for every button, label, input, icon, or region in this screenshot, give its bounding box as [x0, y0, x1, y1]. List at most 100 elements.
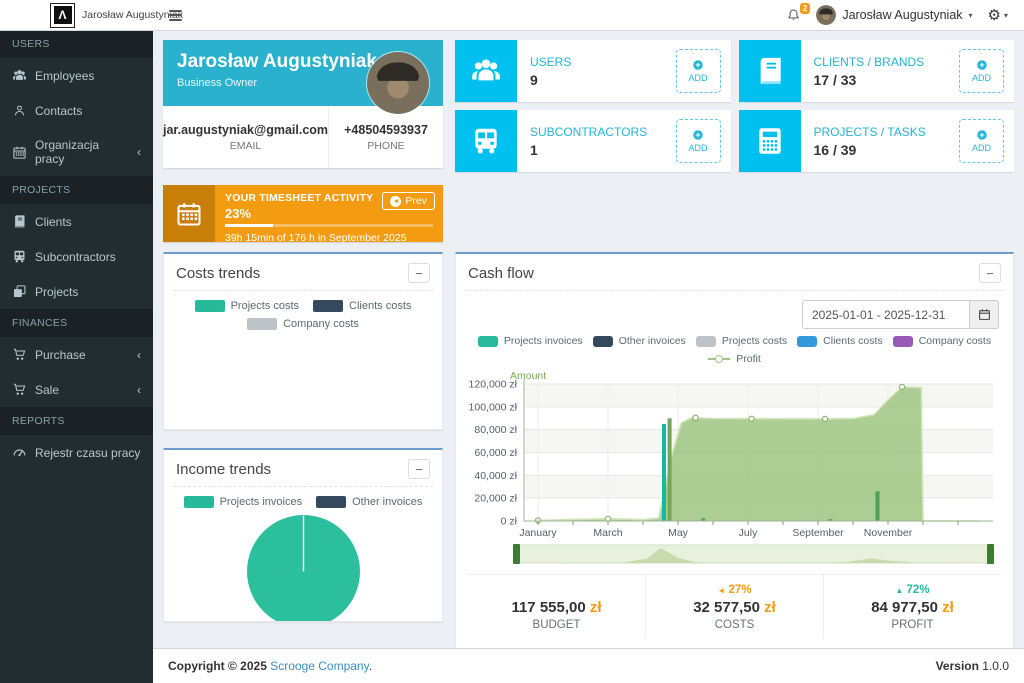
profile-phone-label: PHONE	[367, 140, 404, 152]
summary-row: 117 555,00 zł BUDGET ◄ 27% 32 577,50 zł …	[468, 574, 1001, 639]
bus-icon	[455, 110, 517, 172]
users-icon	[455, 40, 517, 102]
sidebar-toggle-button[interactable]	[153, 0, 197, 30]
legend-swatch	[184, 496, 214, 508]
bus-icon	[12, 249, 27, 264]
date-range-input[interactable]	[803, 301, 969, 328]
stat-label: USERS	[530, 55, 676, 69]
costs-trends-legend: Projects costs Clients costs Company costs	[183, 300, 423, 330]
legend-item-clients-costs[interactable]: Clients costs	[797, 335, 883, 347]
cash-flow-chart[interactable]: 0 zł20,000 zł40,000 zł60,000 zł80,000 zł…	[468, 371, 1001, 568]
income-pie-chart[interactable]	[176, 513, 430, 622]
summary-label: COSTS	[646, 619, 823, 631]
add-subcontractors-button[interactable]: ADD	[676, 119, 721, 163]
legend-swatch	[313, 300, 343, 312]
cash-flow-title: Cash flow	[468, 265, 534, 282]
cart-icon	[12, 347, 27, 362]
stat-card-clients-brands: CLIENTS / BRANDS 17 / 33 ADD	[739, 40, 1015, 102]
sidebar-item-sale[interactable]: Sale ‹	[0, 372, 153, 407]
currency-label: zł	[942, 599, 954, 616]
cash-flow-panel: Cash flow − Projects invoices Other invoi…	[455, 252, 1014, 649]
summary-value: 117 555,00 zł	[468, 599, 645, 616]
cart-icon	[12, 382, 27, 397]
svg-text:May: May	[668, 527, 689, 539]
timesheet-prev-button[interactable]: ◄ Prev	[382, 192, 435, 210]
legend-swatch	[195, 300, 225, 312]
chevron-left-icon: ‹	[137, 145, 141, 159]
stat-card-users: USERS 9 ADD	[455, 40, 731, 102]
plus-circle-icon	[692, 129, 704, 141]
summary-delta: ◄ 27%	[646, 584, 823, 599]
add-users-button[interactable]: ADD	[676, 49, 721, 93]
legend-swatch	[247, 318, 277, 330]
summary-budget: 117 555,00 zł BUDGET	[468, 575, 645, 639]
timesheet-progress-fill	[225, 224, 273, 227]
sidebar-item-rejestr-czasu-pracy[interactable]: Rejestr czasu pracy	[0, 435, 153, 470]
stat-card-subcontractors: SUBCONTRACTORS 1 ADD	[455, 110, 731, 172]
top-navbar: Λ Jarosław Augustyniak 2 Jarosław August…	[0, 0, 1024, 31]
minus-icon: −	[986, 267, 994, 280]
timesheet-activity-banner: YOUR TIMESHEET ACTIVITY 23% 39h 15min of…	[163, 185, 443, 242]
legend-item-clients-costs[interactable]: Clients costs	[313, 300, 411, 312]
legend-item-company-costs[interactable]: Company costs	[893, 335, 991, 347]
legend-item-other-invoices[interactable]: Other invoices	[593, 335, 686, 347]
collapse-button[interactable]: −	[979, 263, 1001, 283]
calendar-icon	[12, 145, 27, 160]
currency-label: zł	[764, 599, 776, 616]
cashflow-plot: 0 zł20,000 zł40,000 zł60,000 zł80,000 zł…	[468, 371, 1001, 539]
book-icon	[739, 40, 801, 102]
legend-line-marker	[708, 358, 730, 360]
collapse-button[interactable]: −	[408, 459, 430, 479]
sidebar-item-employees[interactable]: Employees	[0, 58, 153, 93]
stat-label: PROJECTS / TASKS	[814, 125, 960, 139]
legend-swatch	[797, 336, 817, 347]
arrow-left-icon: ◄	[390, 196, 401, 207]
sidebar-item-clients[interactable]: Clients	[0, 204, 153, 239]
legend-item-company-costs[interactable]: Company costs	[247, 318, 359, 330]
sidebar-section-finances: FINANCES	[0, 309, 153, 337]
footer-company-link[interactable]: Scrooge Company	[270, 659, 369, 673]
cashflow-navigator	[468, 542, 1001, 568]
svg-text:20,000 zł: 20,000 zł	[474, 493, 517, 505]
summary-delta: ▲ 72%	[824, 584, 1001, 599]
sidebar-item-organizacja-pracy[interactable]: Organizacja pracy ‹	[0, 128, 153, 176]
notifications-button[interactable]: 2	[786, 8, 801, 23]
timesheet-detail: 39h 15min of 176 h in September 2025	[225, 232, 433, 244]
sidebar-item-projects[interactable]: Projects	[0, 274, 153, 309]
sidebar-item-purchase[interactable]: Purchase ‹	[0, 337, 153, 372]
income-trends-title: Income trends	[176, 461, 271, 478]
settings-menu[interactable]: ⚙ ▾	[988, 6, 1008, 24]
summary-profit: ▲ 72% 84 977,50 zł PROFIT	[823, 575, 1001, 639]
svg-text:Amount: Amount	[510, 371, 546, 382]
add-clients-brands-button[interactable]: ADD	[959, 49, 1004, 93]
income-trends-legend: Projects invoices Other invoices	[176, 496, 430, 508]
avatar	[816, 5, 836, 25]
stat-value: 1	[530, 142, 676, 158]
legend-item-projects-invoices[interactable]: Projects invoices	[478, 335, 583, 347]
minus-icon: −	[415, 267, 423, 280]
legend-item-profit[interactable]: Profit	[708, 353, 761, 365]
income-trends-panel: Income trends − Projects invoices Other i…	[163, 448, 443, 622]
brand[interactable]: Λ Jarosław Augustyniak	[0, 0, 153, 30]
sidebar-item-contacts[interactable]: Contacts	[0, 93, 153, 128]
profile-phone-cell: +48504593937 PHONE	[328, 106, 443, 168]
costs-trends-title: Costs trends	[176, 265, 260, 282]
plus-circle-icon	[692, 59, 704, 71]
timesheet-progress	[225, 224, 433, 227]
legend-item-projects-invoices[interactable]: Projects invoices	[184, 496, 303, 508]
user-menu[interactable]: Jarosław Augustyniak ▾	[816, 5, 972, 25]
legend-item-other-invoices[interactable]: Other invoices	[316, 496, 422, 508]
collapse-button[interactable]: −	[408, 263, 430, 283]
calendar-picker-button[interactable]	[969, 301, 998, 328]
calc-icon	[739, 110, 801, 172]
legend-item-projects-costs[interactable]: Projects costs	[195, 300, 299, 312]
sidebar-item-subcontractors[interactable]: Subcontractors	[0, 239, 153, 274]
add-projects-tasks-button[interactable]: ADD	[959, 119, 1004, 163]
sidebar-section-projects: PROJECTS	[0, 176, 153, 204]
svg-text:40,000 zł: 40,000 zł	[474, 470, 517, 482]
gear-icon: ⚙	[988, 6, 1001, 24]
legend-item-projects-costs[interactable]: Projects costs	[696, 335, 787, 347]
svg-text:60,000 zł: 60,000 zł	[474, 447, 517, 459]
svg-text:80,000 zł: 80,000 zł	[474, 424, 517, 436]
stat-value: 16 / 39	[814, 142, 960, 158]
